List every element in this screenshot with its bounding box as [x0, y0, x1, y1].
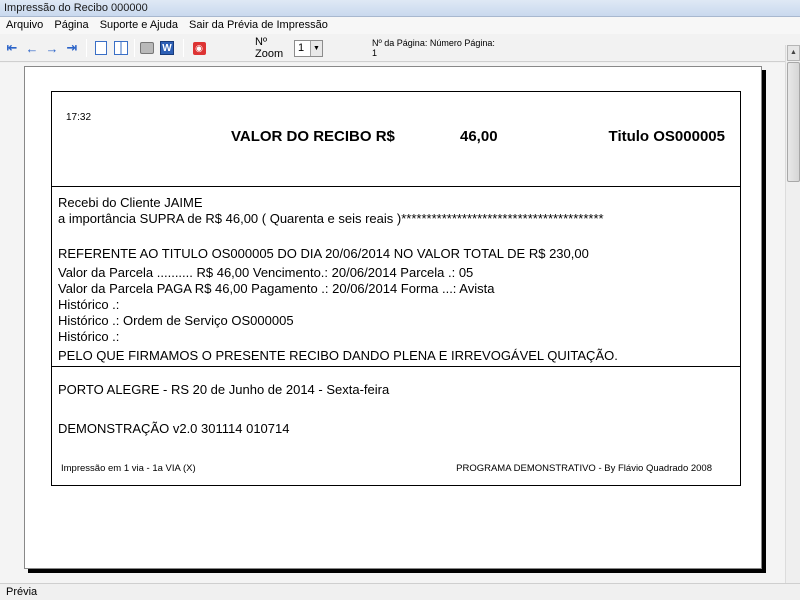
receipt-line-historico-1: Histórico .:: [58, 297, 120, 312]
receipt-footer-left: Impressão em 1 via - 1a VIA (X): [61, 463, 196, 474]
receipt-line-referente: REFERENTE AO TITULO OS000005 DO DIA 20/0…: [58, 246, 589, 261]
receipt-box: 17:32 VALOR DO RECIBO R$ 46,00 Titulo OS…: [51, 91, 741, 486]
single-page-view-button[interactable]: [94, 39, 108, 57]
receipt-header-title: VALOR DO RECIBO R$: [231, 128, 395, 145]
menu-arquivo[interactable]: Arquivo: [2, 17, 47, 34]
scroll-thumb[interactable]: [787, 62, 800, 182]
preview-area: 17:32 VALOR DO RECIBO R$ 46,00 Titulo OS…: [0, 63, 785, 583]
chevron-down-icon[interactable]: ▼: [310, 41, 322, 56]
paper-page: 17:32 VALOR DO RECIBO R$ 46,00 Titulo OS…: [24, 66, 762, 569]
status-text: Prévia: [6, 586, 38, 598]
status-bar: Prévia: [0, 583, 800, 600]
print-button[interactable]: [139, 39, 155, 57]
two-page-icon: [114, 41, 128, 55]
window-titlebar: Impressão do Recibo 000000: [0, 0, 800, 17]
receipt-header-titulo: Titulo OS000005: [608, 128, 725, 145]
export-word-button[interactable]: W: [159, 39, 175, 57]
menu-suporte-ajuda[interactable]: Suporte e Ajuda: [96, 17, 182, 34]
print-time: 17:32: [66, 112, 92, 123]
receipt-demo-version: DEMONSTRAÇÃO v2.0 301114 010714: [58, 421, 290, 436]
menu-pagina[interactable]: Página: [50, 17, 92, 34]
receipt-line-historico-2: Histórico .: Ordem de Serviço OS000005: [58, 313, 294, 328]
window-title: Impressão do Recibo 000000: [4, 2, 148, 14]
first-page-icon[interactable]: ⇤: [4, 39, 20, 57]
single-page-icon: [95, 41, 107, 55]
close-icon: ◉: [192, 41, 206, 55]
receipt-header-value: 46,00: [460, 128, 498, 145]
receipt-city-date: PORTO ALEGRE - RS 20 de Junho de 2014 - …: [58, 382, 390, 397]
menu-bar: Arquivo Página Suporte e Ajuda Sair da P…: [0, 17, 800, 34]
receipt-line-parcela-paga: Valor da Parcela PAGA R$ 46,00 Pagamento…: [58, 281, 495, 296]
zoom-select[interactable]: 1 ▼: [294, 40, 323, 57]
scroll-up-icon[interactable]: ▲: [787, 45, 800, 61]
two-page-view-button[interactable]: [113, 39, 129, 57]
prev-page-icon[interactable]: ←: [24, 39, 40, 57]
vertical-scrollbar[interactable]: ▲: [785, 45, 800, 583]
zoom-value: 1: [298, 42, 305, 54]
page-info: Nº da Página: Número Página: 1: [372, 38, 495, 58]
receipt-line-quitacao: PELO QUE FIRMAMOS O PRESENTE RECIBO DAND…: [58, 348, 618, 363]
word-icon: W: [160, 41, 174, 55]
last-page-icon[interactable]: ⇥: [64, 39, 80, 57]
receipt-line-cliente: Recebi do Cliente JAIME: [58, 195, 203, 210]
receipt-line-historico-3: Histórico .:: [58, 329, 120, 344]
zoom-label: Nº Zoom: [255, 36, 284, 60]
close-preview-button[interactable]: ◉: [192, 39, 206, 57]
printer-icon: [140, 42, 154, 54]
toolbar: ⇤ ← → ⇥ W ◉ Nº Zoom 1 ▼ Nº da Página: Nú…: [0, 34, 800, 62]
section-divider: [52, 186, 740, 187]
receipt-line-parcela: Valor da Parcela .......... R$ 46,00 Ven…: [58, 265, 474, 280]
section-divider: [52, 366, 740, 367]
menu-sair-previa[interactable]: Sair da Prévia de Impressão: [185, 17, 332, 34]
receipt-footer-right: PROGRAMA DEMONSTRATIVO - By Flávio Quadr…: [456, 463, 712, 474]
next-page-icon[interactable]: →: [44, 39, 60, 57]
receipt-line-importancia: a importância SUPRA de R$ 46,00 ( Quaren…: [58, 211, 604, 226]
